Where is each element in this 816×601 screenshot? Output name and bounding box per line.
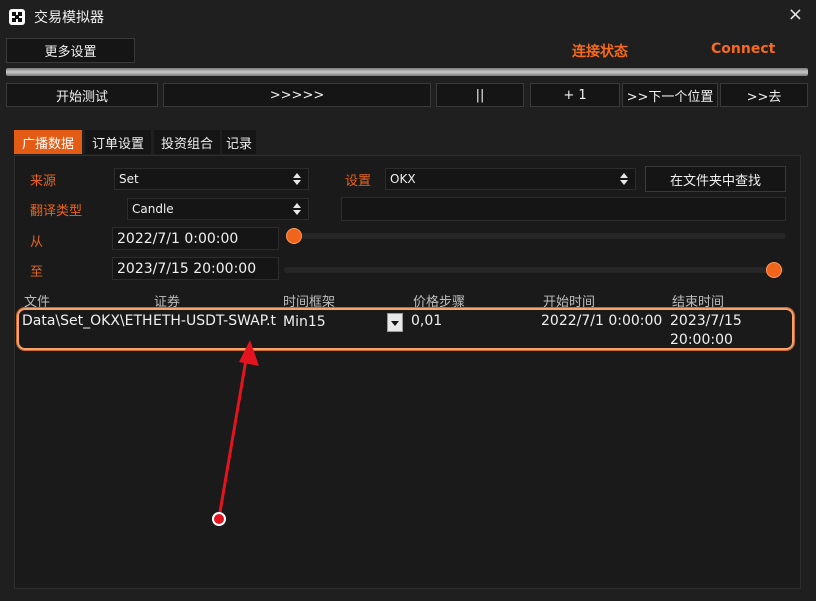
annotation-arrow: [212, 340, 259, 526]
app-window: 交易模拟器 × 更多设置 连接状态 Connect 开始测试 >>>>> || …: [0, 0, 816, 601]
